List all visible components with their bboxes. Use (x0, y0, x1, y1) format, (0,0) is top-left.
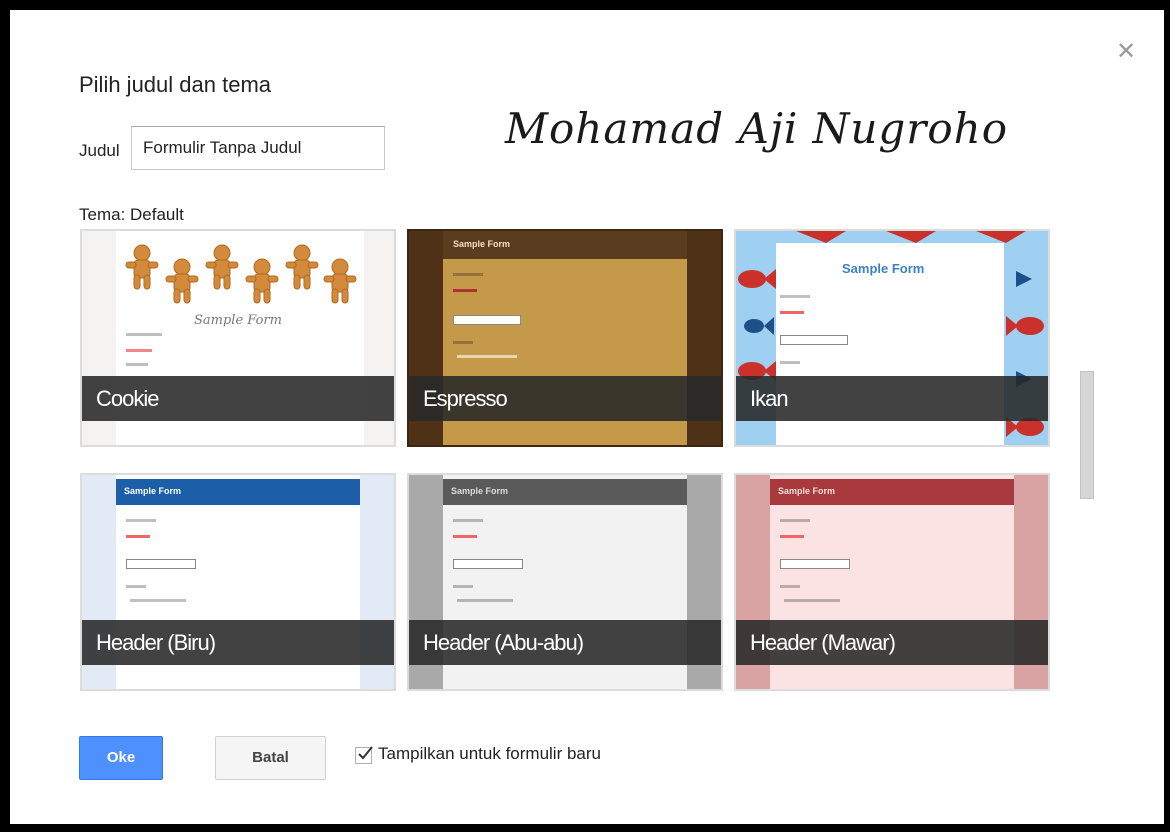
theme-caption: Espresso (409, 376, 721, 421)
theme-caption: Header (Biru) (82, 620, 394, 665)
judul-label: Judul (79, 141, 120, 160)
theme-tile-header-abu-abu[interactable]: Sample Form Header (Abu-abu) (407, 473, 723, 691)
preview-title: Sample Form (451, 486, 509, 496)
theme-caption: Ikan (736, 376, 1048, 421)
preview-title: Sample Form (124, 486, 182, 496)
theme-tile-header-biru[interactable]: Sample Form Header (Biru) (80, 473, 396, 691)
ok-button[interactable]: Oke (79, 736, 163, 780)
theme-caption: Header (Mawar) (736, 620, 1048, 665)
judul-input[interactable] (131, 126, 385, 170)
preview-title: Sample Form (453, 239, 511, 249)
dialog-title: Pilih judul dan tema (79, 72, 272, 97)
preview-title: Sample Form (842, 261, 925, 276)
show-for-new-forms-checkbox[interactable] (355, 746, 373, 764)
theme-tile-header-mawar[interactable]: Sample Form Header (Mawar) (734, 473, 1050, 691)
cancel-button[interactable]: Batal (215, 736, 326, 780)
theme-grid: Sample Form Cookie Sample Form Espresso (80, 229, 1070, 699)
preview-title: Sample Form (778, 486, 836, 496)
tema-label: Tema: Default (79, 205, 184, 224)
theme-tile-cookie[interactable]: Sample Form Cookie (80, 229, 396, 447)
theme-tile-ikan[interactable]: Sample Form Ikan (734, 229, 1050, 447)
preview-title: Sample Form (194, 313, 282, 328)
checkbox-label: Tampilkan untuk formulir baru (378, 744, 601, 763)
scrollbar-thumb[interactable] (1080, 371, 1094, 499)
theme-caption: Cookie (82, 376, 394, 421)
theme-caption: Header (Abu-abu) (409, 620, 721, 665)
signature-text: Mohamad Aji Nugroho (505, 104, 1009, 153)
theme-tile-espresso[interactable]: Sample Form Espresso (407, 229, 723, 447)
close-icon[interactable]: ✕ (1114, 40, 1138, 64)
gingerbread-decoration (125, 244, 357, 304)
checkmark-icon (358, 746, 373, 760)
